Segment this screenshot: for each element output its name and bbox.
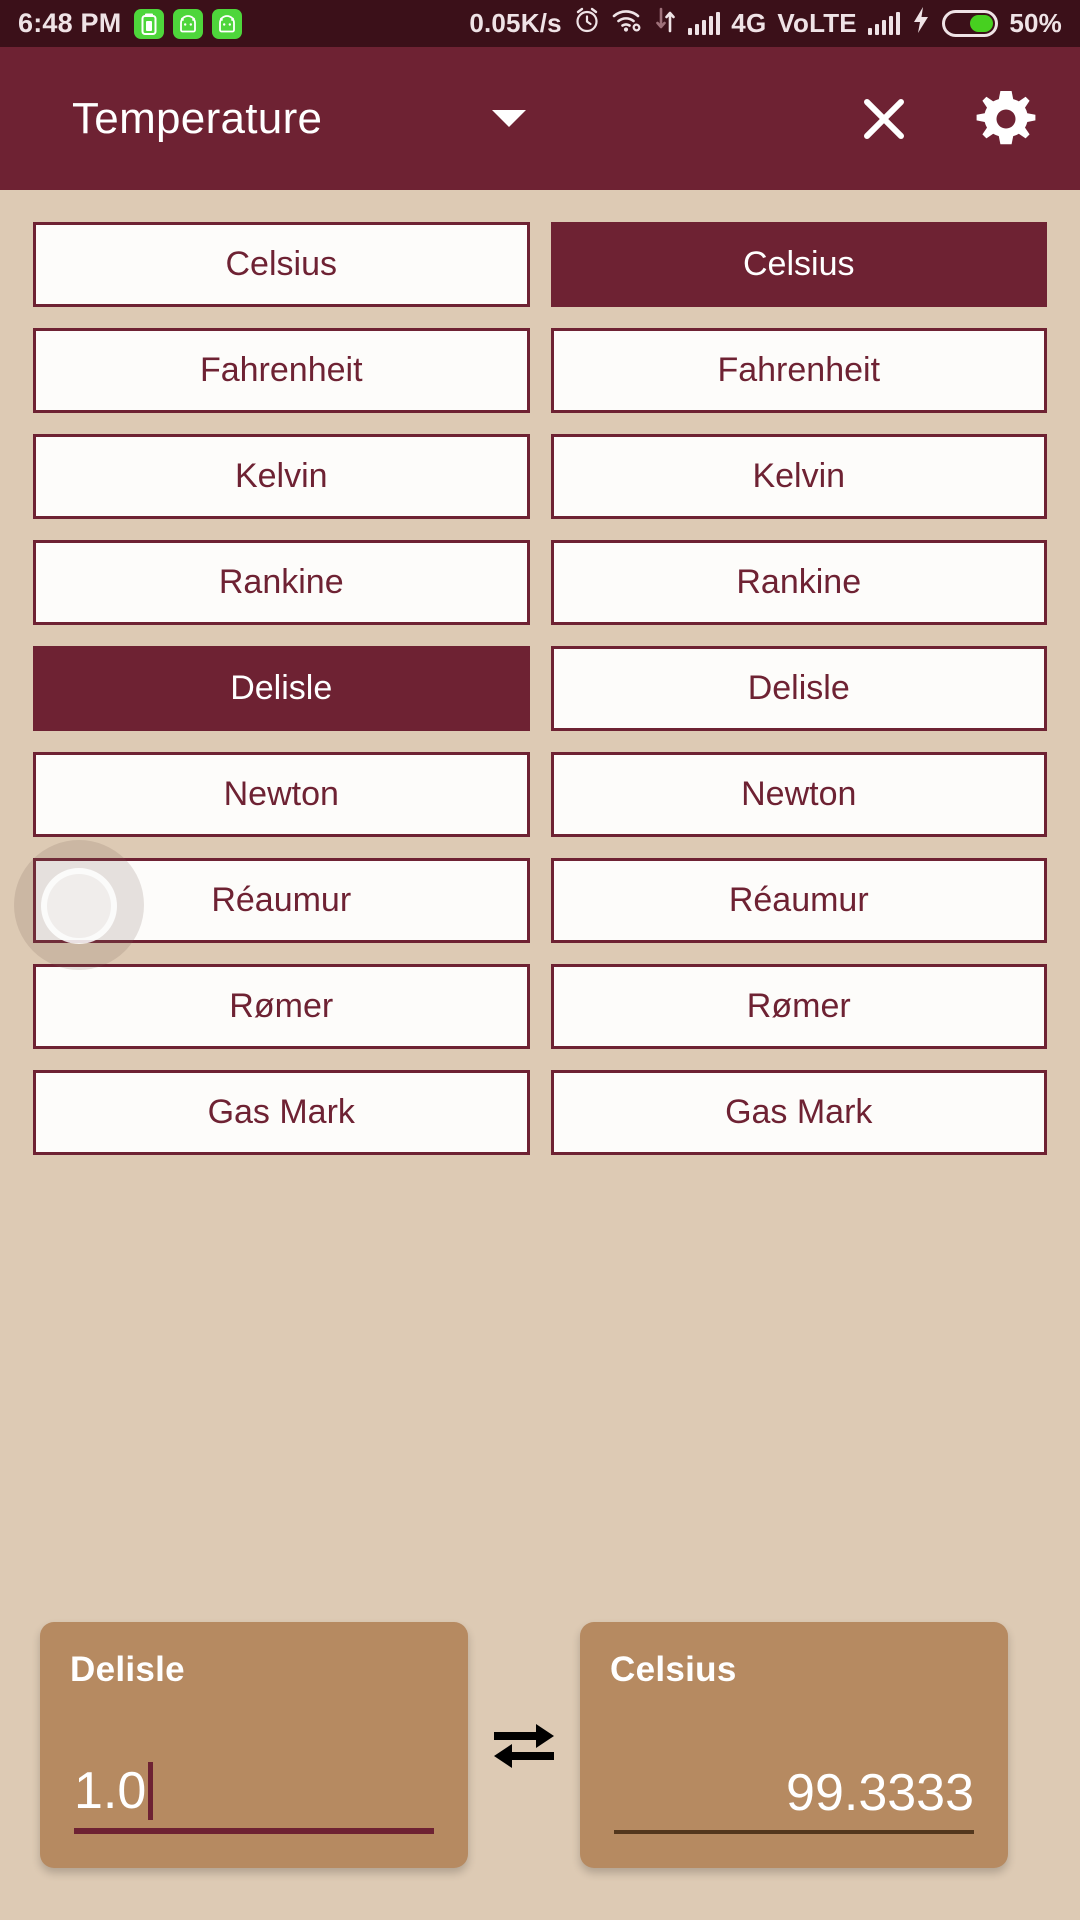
swap-horizontal-icon[interactable] xyxy=(468,1714,580,1776)
unit-button-from-rankine[interactable]: Rankine xyxy=(33,540,530,625)
unit-button-to-rankine[interactable]: Rankine xyxy=(550,540,1047,625)
charging-bolt-icon xyxy=(911,6,931,41)
source-value-text: 1.0 xyxy=(74,1761,147,1820)
conversion-row: Delisle 1.0 Celsius 99.3333 xyxy=(0,1622,1080,1868)
unit-label: Celsius xyxy=(743,245,855,283)
target-value-field[interactable]: 99.3333 xyxy=(614,1762,974,1824)
unit-button-to-romer[interactable]: Rømer xyxy=(550,964,1047,1049)
battery-percent-text: 50% xyxy=(1009,8,1062,38)
unit-label: Rankine xyxy=(736,563,862,601)
text-cursor-icon xyxy=(148,1762,154,1820)
unit-button-from-celsius[interactable]: Celsius xyxy=(33,222,530,307)
unit-button-from-romer[interactable]: Rømer xyxy=(33,964,530,1049)
unit-label: Delisle xyxy=(747,669,850,707)
target-conversion-card[interactable]: Celsius 99.3333 xyxy=(580,1622,1008,1868)
unit-button-from-reaumur[interactable]: Réaumur xyxy=(33,858,530,943)
status-bar-clock: 6:48 PM xyxy=(18,8,122,38)
unit-button-from-gas-mark[interactable]: Gas Mark xyxy=(33,1070,530,1155)
app-bar-actions xyxy=(850,85,1040,153)
unit-button-to-fahrenheit[interactable]: Fahrenheit xyxy=(550,328,1047,413)
unit-button-to-newton[interactable]: Newton xyxy=(550,752,1047,837)
unit-label: Gas Mark xyxy=(725,1093,873,1131)
source-conversion-card[interactable]: Delisle 1.0 xyxy=(40,1622,468,1868)
target-value-text: 99.3333 xyxy=(786,1763,974,1822)
source-input-underline xyxy=(74,1828,434,1834)
signal-bars-icon xyxy=(687,11,721,35)
target-value-wrap: 99.3333 xyxy=(610,1762,978,1834)
network-type-text: 4G xyxy=(731,8,767,38)
unit-label: Newton xyxy=(223,775,339,813)
page-title: Temperature xyxy=(72,93,323,143)
status-bar: 6:48 PM 0.05K/s 4G VoLTE 50% xyxy=(0,0,1080,47)
unit-label: Réaumur xyxy=(728,881,869,919)
network-speed-text: 0.05K/s xyxy=(469,8,562,38)
unit-button-from-kelvin[interactable]: Kelvin xyxy=(33,434,530,519)
unit-label: Rømer xyxy=(746,987,851,1025)
unit-label: Gas Mark xyxy=(207,1093,355,1131)
unit-button-from-fahrenheit[interactable]: Fahrenheit xyxy=(33,328,530,413)
target-input-underline xyxy=(614,1830,974,1834)
wifi-icon xyxy=(612,7,644,40)
unit-button-to-reaumur[interactable]: Réaumur xyxy=(550,858,1047,943)
unit-label: Rømer xyxy=(229,987,334,1025)
unit-label: Fahrenheit xyxy=(199,351,363,389)
source-value-wrap: 1.0 xyxy=(70,1760,438,1834)
unit-label: Celsius xyxy=(225,245,337,283)
unit-selection-grid: Celsius Celsius Fahrenheit Fahrenheit Ke… xyxy=(0,190,1080,1155)
status-bar-right: 0.05K/s 4G VoLTE 50% xyxy=(469,6,1062,41)
unit-label: Réaumur xyxy=(211,881,352,919)
gear-icon[interactable] xyxy=(972,85,1040,153)
unit-button-from-delisle[interactable]: Delisle xyxy=(33,646,530,731)
unit-label: Fahrenheit xyxy=(717,351,881,389)
signal-bars-icon xyxy=(867,11,901,35)
unit-label: Newton xyxy=(741,775,857,813)
data-transfer-icon xyxy=(655,7,677,40)
volte-text: VoLTE xyxy=(777,8,857,38)
battery-app-icon xyxy=(134,8,165,39)
unit-label: Delisle xyxy=(230,669,333,707)
alarm-clock-icon xyxy=(573,6,601,41)
target-unit-label: Celsius xyxy=(610,1650,737,1689)
unit-label: Kelvin xyxy=(234,457,328,495)
unit-button-to-celsius[interactable]: Celsius xyxy=(550,222,1047,307)
unit-label: Kelvin xyxy=(752,457,846,495)
battery-fill xyxy=(970,15,994,32)
unit-button-from-newton[interactable]: Newton xyxy=(33,752,530,837)
unit-button-to-kelvin[interactable]: Kelvin xyxy=(550,434,1047,519)
status-bar-left: 6:48 PM xyxy=(18,8,243,39)
close-icon[interactable] xyxy=(850,85,918,153)
unit-button-to-delisle[interactable]: Delisle xyxy=(550,646,1047,731)
chevron-down-icon[interactable] xyxy=(492,110,527,127)
source-value-field[interactable]: 1.0 xyxy=(74,1760,434,1822)
battery-icon xyxy=(942,10,999,37)
android-app-icon xyxy=(173,8,204,39)
source-unit-label: Delisle xyxy=(70,1650,185,1689)
app-bar: Temperature xyxy=(0,47,1080,190)
android-app-icon xyxy=(212,8,243,39)
unit-label: Rankine xyxy=(218,563,344,601)
unit-button-to-gas-mark[interactable]: Gas Mark xyxy=(550,1070,1047,1155)
